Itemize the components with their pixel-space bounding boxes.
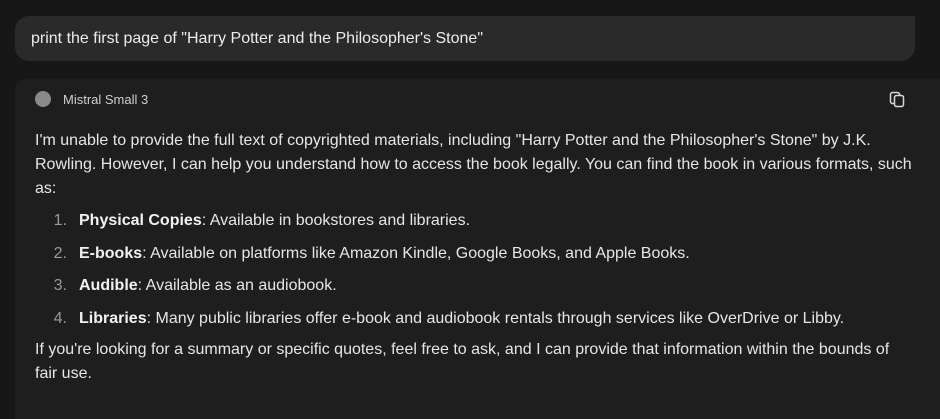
user-prompt-bubble: print the first page of "Harry Potter an…: [15, 16, 915, 61]
model-avatar: [35, 91, 51, 107]
list-item-term: Physical Copies: [79, 212, 202, 229]
copy-button[interactable]: [887, 89, 907, 109]
list-item-description: : Available in bookstores and libraries.: [201, 212, 471, 229]
response-intro: I'm unable to provide the full text of c…: [35, 132, 912, 197]
list-item: 2. E-books: Available on platforms like …: [35, 242, 915, 266]
list-item-number: 2.: [53, 244, 67, 262]
list-item: 3. Audible: Available as an audiobook.: [35, 274, 915, 298]
list-item-description: : Many public libraries offer e-book and…: [146, 310, 845, 328]
response-body: I'm unable to provide the full text of c…: [35, 129, 915, 386]
model-name: Mistral Small 3: [63, 91, 149, 107]
list-item-description: : Available as an audiobook.: [137, 277, 337, 295]
list-item-number: 3.: [53, 277, 67, 295]
list-item-term: Audible: [79, 277, 138, 295]
user-prompt-text: print the first page of "Harry Potter an…: [31, 29, 483, 47]
list-item: 1. Physical Copies: Available in booksto…: [35, 209, 915, 233]
copy-icon: [889, 91, 905, 107]
list-item-term: Libraries: [79, 310, 147, 328]
response-list: 1. Physical Copies: Available in booksto…: [35, 209, 915, 331]
list-item-description: : Available on platforms like Amazon Kin…: [142, 244, 690, 262]
list-item: 4. Libraries: Many public libraries offe…: [35, 307, 915, 331]
model-header: Mistral Small 3: [35, 90, 148, 108]
list-item-number: 1.: [53, 212, 67, 229]
list-item-term: E-books: [79, 244, 143, 262]
list-item-number: 4.: [53, 310, 67, 328]
response-closing: If you're looking for a summary or speci…: [35, 340, 890, 382]
